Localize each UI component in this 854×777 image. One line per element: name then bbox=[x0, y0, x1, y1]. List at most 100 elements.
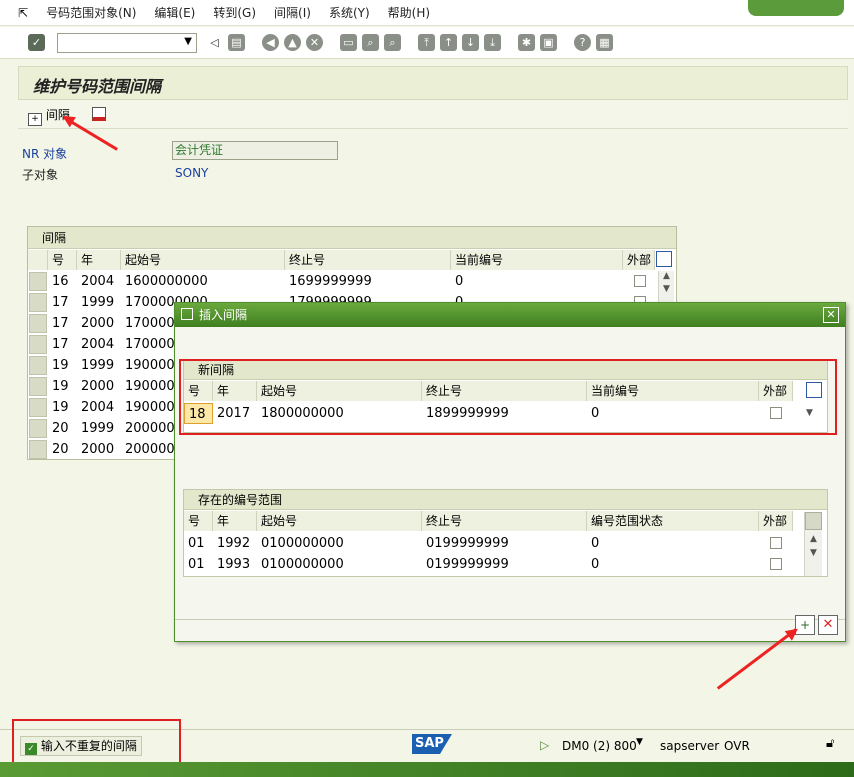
column-header[interactable]: 外部 bbox=[623, 250, 655, 270]
help-icon[interactable]: ? bbox=[574, 34, 591, 51]
row-selector[interactable] bbox=[29, 419, 47, 438]
column-header[interactable]: 年 bbox=[213, 381, 257, 401]
column-header[interactable]: 外部 bbox=[759, 381, 793, 401]
find-icon[interactable]: ⌕ bbox=[362, 34, 379, 51]
row-selector[interactable] bbox=[29, 377, 47, 396]
dropdown-icon[interactable]: ▼ bbox=[636, 737, 643, 747]
table-cell: 2004 bbox=[81, 400, 115, 415]
success-icon: ✓ bbox=[25, 743, 37, 755]
column-header[interactable]: 年 bbox=[213, 511, 257, 531]
table-cell: 19 bbox=[52, 358, 69, 373]
table-settings-icon[interactable] bbox=[656, 251, 672, 267]
menu-number-range-object[interactable]: 号码范围对象(N) bbox=[46, 4, 136, 21]
play-icon[interactable]: ▷ bbox=[540, 738, 549, 752]
interval-table-title: 间隔 bbox=[28, 227, 676, 249]
new-session-icon[interactable]: ✱ bbox=[518, 34, 535, 51]
menu-help[interactable]: 帮助(H) bbox=[388, 4, 430, 21]
column-header[interactable]: 终止号 bbox=[285, 250, 451, 270]
lock-icon[interactable]: 🔓︎ bbox=[826, 736, 834, 751]
delete-interval-icon[interactable] bbox=[92, 107, 106, 121]
column-header[interactable]: 外部 bbox=[759, 511, 793, 531]
column-header[interactable]: 号 bbox=[48, 250, 77, 270]
column-header[interactable]: 当前编号 bbox=[451, 250, 623, 270]
existing-ranges-group: 存在的编号范围 号 年 起始号 终止号 编号范围状态 外部 01 1992 0100… bbox=[183, 489, 828, 577]
bottom-bar bbox=[0, 762, 854, 777]
new-interval-current[interactable]: 0 bbox=[587, 403, 759, 424]
table-cell: 19 bbox=[52, 400, 69, 415]
find-next-icon[interactable]: ⌕ bbox=[384, 34, 401, 51]
cancel-icon[interactable]: ✕ bbox=[818, 615, 838, 635]
row-selector[interactable] bbox=[29, 335, 47, 354]
table-cell: 17 bbox=[52, 316, 69, 331]
column-header[interactable]: 编号范围状态 bbox=[587, 511, 759, 531]
row-selector[interactable] bbox=[29, 293, 47, 312]
scroll-down-icon[interactable]: ▼ bbox=[659, 284, 674, 294]
enter-icon[interactable]: ✓ bbox=[28, 34, 45, 51]
menu-exit-icon[interactable]: ⇱ bbox=[18, 6, 28, 20]
new-interval-from[interactable]: 1800000000 bbox=[257, 403, 422, 424]
exit-icon[interactable]: ▲ bbox=[284, 34, 301, 51]
column-header[interactable]: 年 bbox=[77, 250, 121, 270]
layout-icon[interactable]: ▦ bbox=[596, 34, 613, 51]
column-header[interactable]: 号 bbox=[184, 381, 213, 401]
scroll-up-icon[interactable]: ▲ bbox=[659, 271, 674, 281]
menu-edit[interactable]: 编辑(E) bbox=[154, 4, 195, 21]
table-settings-icon[interactable] bbox=[806, 382, 822, 398]
row-selector[interactable] bbox=[29, 440, 47, 459]
insert-mode: OVR bbox=[724, 739, 750, 753]
cancel-icon[interactable]: ✕ bbox=[306, 34, 323, 51]
previous-page-icon[interactable]: ↑ bbox=[440, 34, 457, 51]
menu-interval[interactable]: 间隔(I) bbox=[274, 4, 311, 21]
table-cell: 01 bbox=[188, 536, 205, 551]
back-arrow-icon[interactable]: ◁ bbox=[206, 34, 223, 51]
command-field[interactable]: ▼ bbox=[57, 33, 197, 53]
scroll-down-icon[interactable]: ▼ bbox=[806, 408, 813, 418]
row-selector[interactable] bbox=[29, 398, 47, 417]
column-header[interactable]: 终止号 bbox=[422, 381, 587, 401]
table-cell: 1999 bbox=[81, 295, 115, 310]
new-interval-number[interactable]: 18 bbox=[184, 403, 213, 424]
insert-interval-dialog: 插入间隔 ✕ 新间隔 号 年 起始号 终止号 当前编号 外部 18 2017 1… bbox=[174, 302, 846, 642]
row-selector[interactable] bbox=[29, 356, 47, 375]
select-all-column[interactable] bbox=[28, 250, 48, 270]
new-interval-year[interactable]: 2017 bbox=[213, 403, 257, 424]
first-page-icon[interactable]: ⤒ bbox=[418, 34, 435, 51]
column-header[interactable]: 号 bbox=[184, 511, 213, 531]
insert-interval-icon: + bbox=[28, 113, 42, 126]
row-selector[interactable] bbox=[29, 314, 47, 333]
window-controls[interactable] bbox=[748, 0, 844, 16]
save-icon[interactable]: ▤ bbox=[228, 34, 245, 51]
column-header[interactable]: 终止号 bbox=[422, 511, 587, 531]
column-header[interactable]: 当前编号 bbox=[587, 381, 759, 401]
new-interval-to[interactable]: 1899999999 bbox=[422, 403, 587, 424]
column-header[interactable]: 起始号 bbox=[257, 511, 422, 531]
new-interval-title: 新间隔 bbox=[184, 360, 827, 380]
dialog-close-icon[interactable]: ✕ bbox=[823, 307, 839, 323]
row-selector[interactable] bbox=[29, 272, 47, 291]
status-message[interactable]: ✓ 输入不重复的间隔 bbox=[20, 736, 142, 756]
table-cell: 20 bbox=[52, 421, 69, 436]
last-page-icon[interactable]: ⤓ bbox=[484, 34, 501, 51]
table-cell: 0199999999 bbox=[426, 557, 509, 572]
next-page-icon[interactable]: ↓ bbox=[462, 34, 479, 51]
existing-ranges-title: 存在的编号范围 bbox=[184, 490, 827, 510]
new-interval-external-checkbox[interactable] bbox=[770, 407, 782, 419]
new-interval-group: 新间隔 号 年 起始号 终止号 当前编号 外部 18 2017 18000000… bbox=[183, 359, 828, 433]
column-header[interactable]: 起始号 bbox=[121, 250, 285, 270]
shortcut-icon[interactable]: ▣ bbox=[540, 34, 557, 51]
dropdown-icon[interactable]: ▼ bbox=[184, 36, 192, 47]
table-cell: 0100000000 bbox=[261, 536, 344, 551]
existing-scrollbar[interactable]: ▲ ▼ bbox=[804, 512, 822, 576]
print-icon[interactable]: ▭ bbox=[340, 34, 357, 51]
external-checkbox[interactable] bbox=[634, 275, 646, 287]
menu-system[interactable]: 系统(Y) bbox=[329, 4, 370, 21]
system-info[interactable]: DM0 (2) 800 bbox=[562, 739, 637, 753]
scroll-down-icon[interactable]: ▼ bbox=[805, 548, 822, 558]
scroll-up-icon[interactable]: ▲ bbox=[805, 534, 822, 544]
scroll-thumb[interactable] bbox=[805, 512, 822, 530]
page-title: 维护号码范围间隔 bbox=[33, 77, 162, 96]
column-header[interactable]: 起始号 bbox=[257, 381, 422, 401]
back-icon[interactable]: ◀ bbox=[262, 34, 279, 51]
dialog-title: 插入间隔 bbox=[175, 303, 845, 327]
menu-goto[interactable]: 转到(G) bbox=[213, 4, 256, 21]
